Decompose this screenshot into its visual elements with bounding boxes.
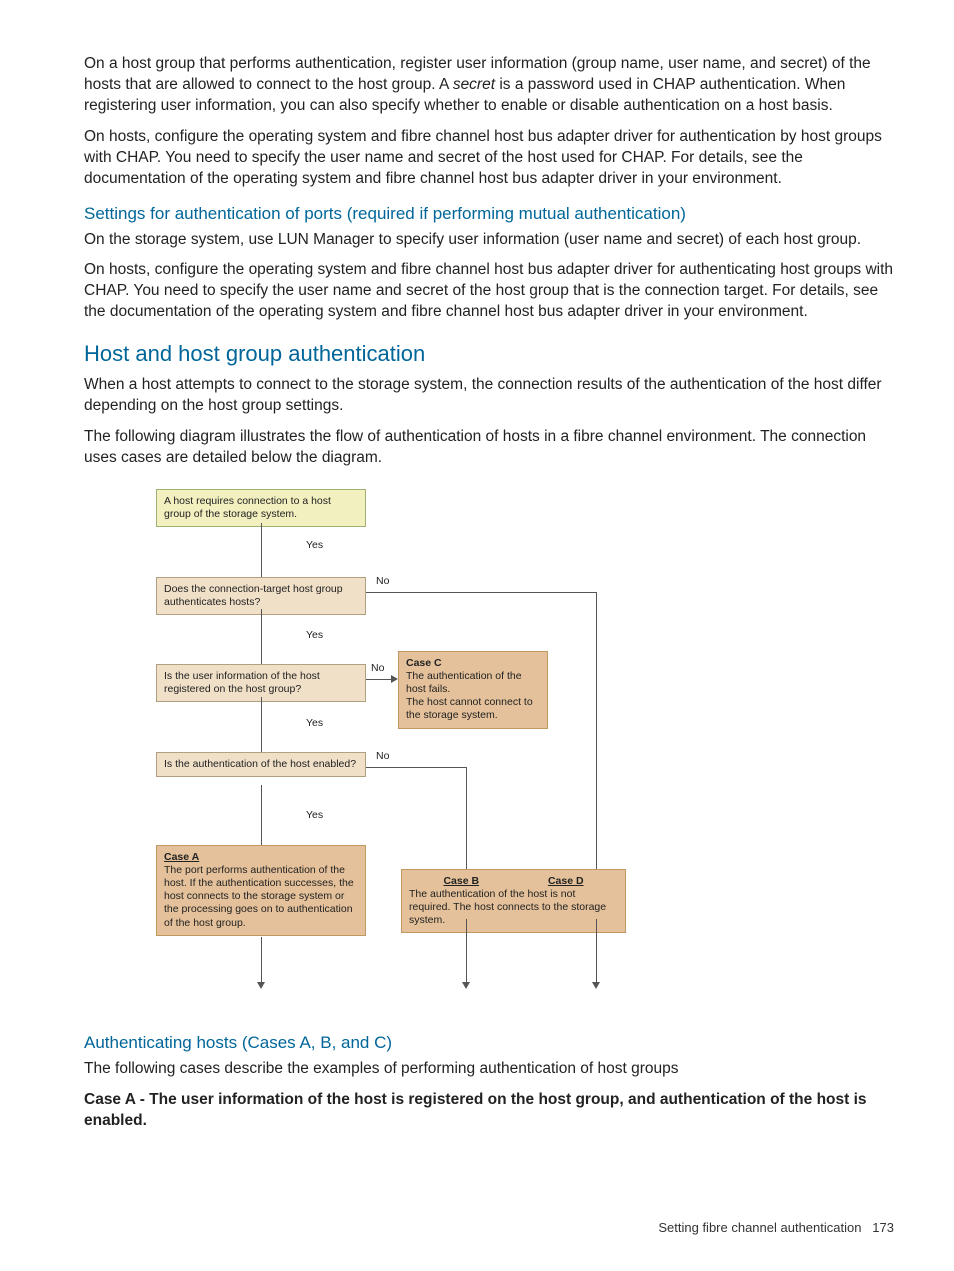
case-a-label: Case A xyxy=(164,851,199,863)
flow-line xyxy=(261,697,262,752)
authentication-flowchart: A host requires connection to a host gro… xyxy=(156,489,636,1019)
paragraph-cases-intro: The following cases describe the example… xyxy=(84,1059,894,1080)
paragraph-hosts-configure-1: On hosts, configure the operating system… xyxy=(84,127,894,190)
flow-case-c-box: Case C The authentication of the host fa… xyxy=(398,651,548,729)
flow-label-yes: Yes xyxy=(306,717,323,729)
flow-line xyxy=(596,919,597,982)
heading-host-and-host-group-auth: Host and host group authentication xyxy=(84,341,894,367)
paragraph-host-group-register: On a host group that performs authentica… xyxy=(84,54,894,117)
footer-section-title: Setting fibre channel authentication xyxy=(658,1220,861,1235)
flow-line xyxy=(261,523,262,577)
page-footer: Setting fibre channel authentication 173 xyxy=(658,1220,894,1235)
flow-line xyxy=(261,937,262,982)
flow-label-yes: Yes xyxy=(306,809,323,821)
flow-line xyxy=(366,767,466,768)
case-a-text: The port performs authentication of the … xyxy=(164,864,354,929)
case-c-text: The authentication of the host fails. Th… xyxy=(406,670,533,721)
flow-label-yes: Yes xyxy=(306,539,323,551)
paragraph-diagram-intro: The following diagram illustrates the fl… xyxy=(84,427,894,469)
flow-case-bd-box: Case B Case D The authentication of the … xyxy=(401,869,626,934)
flow-line xyxy=(261,609,262,664)
case-c-label: Case C xyxy=(406,657,442,669)
paragraph-lun-manager: On the storage system, use LUN Manager t… xyxy=(84,230,894,251)
arrow-right-icon xyxy=(391,675,398,683)
italic-secret: secret xyxy=(453,76,495,93)
case-b-label: Case B xyxy=(409,875,514,888)
paragraph-hosts-configure-2: On hosts, configure the operating system… xyxy=(84,260,894,323)
case-d-label: Case D xyxy=(514,875,619,888)
flow-label-no: No xyxy=(376,575,389,587)
arrow-down-icon xyxy=(462,982,470,989)
flow-case-a-box: Case A The port performs authentication … xyxy=(156,845,366,936)
heading-authenticating-hosts-cases: Authenticating hosts (Cases A, B, and C) xyxy=(84,1033,894,1053)
case-a-description: Case A - The user information of the hos… xyxy=(84,1090,894,1132)
flow-label-yes: Yes xyxy=(306,629,323,641)
flow-line xyxy=(366,679,391,680)
flow-line xyxy=(596,592,597,869)
flow-line xyxy=(466,919,467,982)
paragraph-connection-results: When a host attempts to connect to the s… xyxy=(84,375,894,417)
arrow-down-icon xyxy=(257,982,265,989)
case-bd-text: The authentication of the host is not re… xyxy=(409,888,606,926)
document-page: On a host group that performs authentica… xyxy=(0,0,954,1271)
flow-line xyxy=(466,767,467,869)
flow-q3-box: Is the authentication of the host enable… xyxy=(156,752,366,777)
flow-line xyxy=(261,785,262,845)
flow-start-box: A host requires connection to a host gro… xyxy=(156,489,366,527)
flow-line xyxy=(366,592,596,593)
flow-label-no: No xyxy=(371,662,384,674)
arrow-down-icon xyxy=(592,982,600,989)
heading-settings-ports: Settings for authentication of ports (re… xyxy=(84,204,894,224)
footer-page-number: 173 xyxy=(872,1220,894,1235)
flow-label-no: No xyxy=(376,750,389,762)
